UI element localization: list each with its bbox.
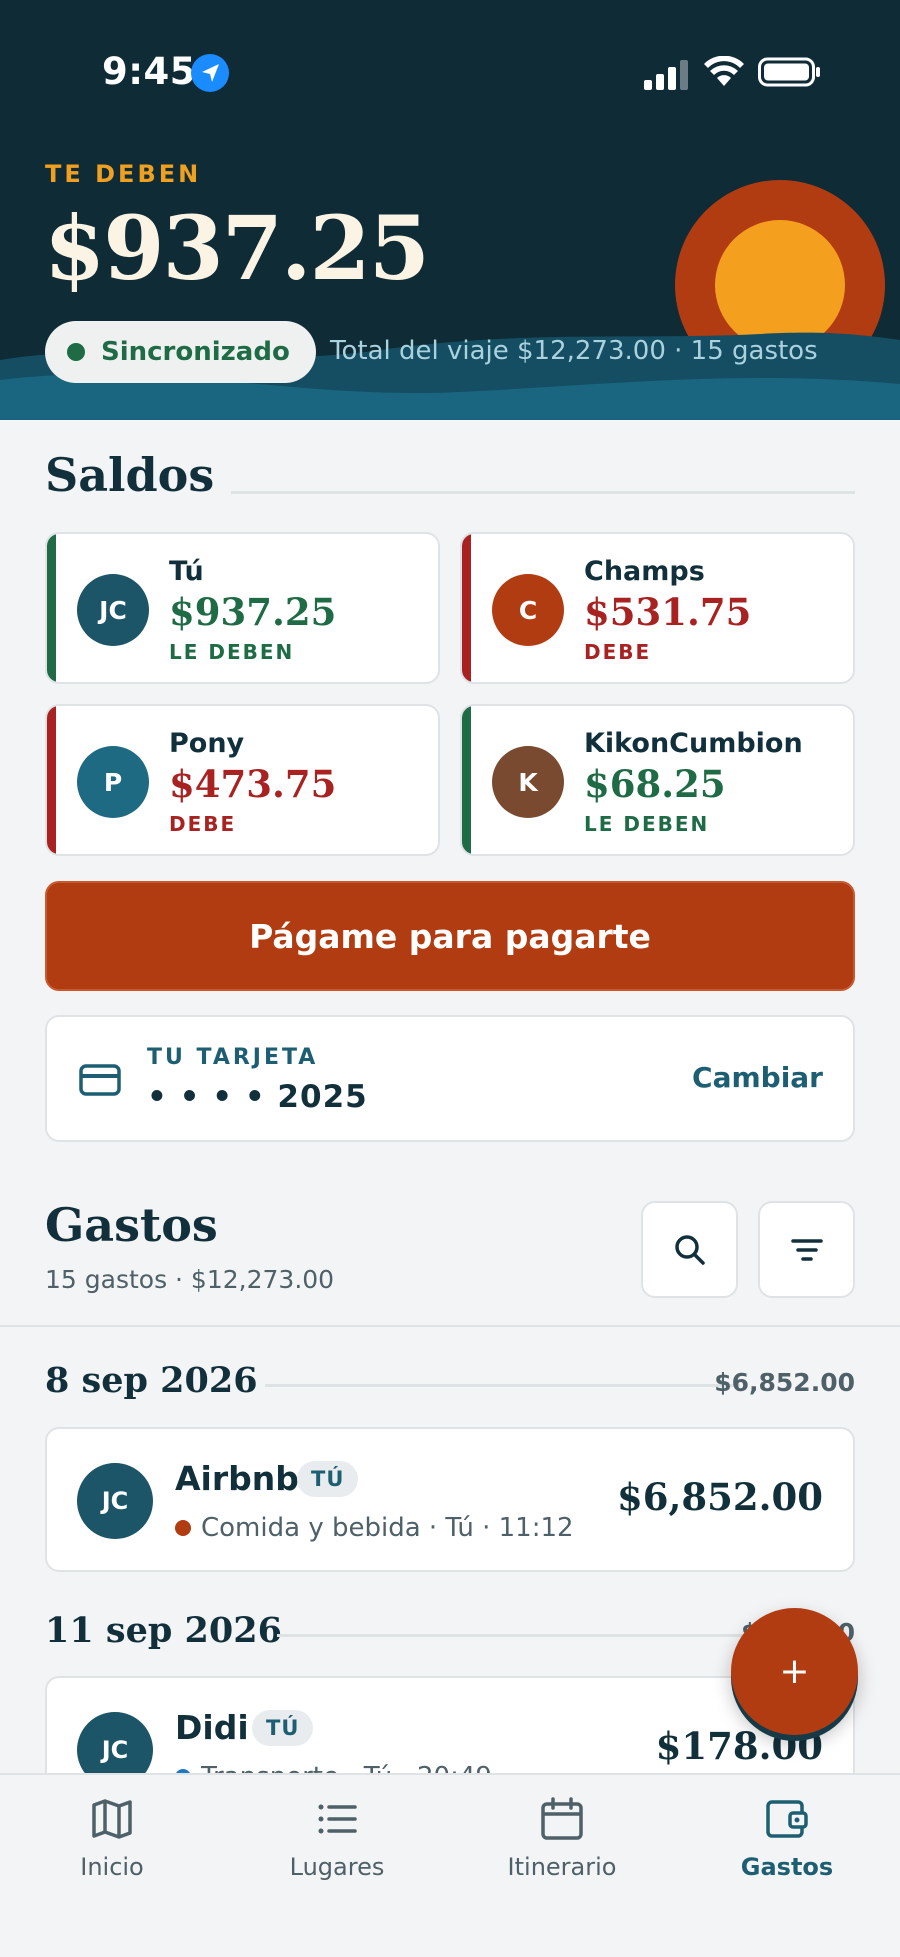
filter-button[interactable] bbox=[758, 1201, 855, 1298]
balance-amount: $68.25 bbox=[584, 762, 726, 806]
expense-title: Didi bbox=[175, 1708, 249, 1747]
expenses-divider bbox=[0, 1325, 900, 1327]
tab-label: Lugares bbox=[289, 1853, 385, 1881]
balance-amount: $937.25 bbox=[169, 590, 337, 634]
sync-status-pill: Sincronizado bbox=[45, 321, 316, 383]
credit-card-icon bbox=[79, 1064, 121, 1096]
balance-name: KikonCumbion bbox=[584, 728, 803, 759]
tab-itinerario[interactable]: Itinerario bbox=[482, 1795, 642, 1895]
search-icon bbox=[674, 1234, 705, 1265]
balance-status: DEBE bbox=[584, 640, 652, 664]
balance-name: Champs bbox=[584, 556, 705, 587]
card-label: TU TARJETA bbox=[147, 1045, 319, 1070]
wallet-icon bbox=[766, 1800, 808, 1838]
expense-meta-text: Comida y bebida · Tú · 11:12 bbox=[201, 1513, 574, 1543]
avatar: JC bbox=[77, 1463, 153, 1539]
location-arrow-icon bbox=[191, 54, 229, 92]
balance-accent bbox=[462, 534, 471, 682]
add-expense-button[interactable]: + bbox=[731, 1608, 858, 1735]
expense-title: Airbnb bbox=[175, 1459, 299, 1498]
pay-me-button[interactable]: Págame para pagarte bbox=[45, 881, 855, 991]
avatar: K bbox=[492, 746, 564, 818]
trip-summary: Total del viaje $12,273.00 · 15 gastos bbox=[330, 336, 818, 366]
tab-label: Itinerario bbox=[507, 1853, 617, 1881]
tab-label: Inicio bbox=[80, 1853, 144, 1881]
avatar: P bbox=[77, 746, 149, 818]
balance-accent bbox=[47, 534, 56, 682]
day-date: 8 sep 2026 bbox=[45, 1360, 258, 1401]
sync-status-text: Sincronizado bbox=[101, 337, 290, 367]
calendar-icon bbox=[541, 1797, 583, 1840]
balance-accent bbox=[462, 706, 471, 854]
sync-status-dot bbox=[67, 343, 85, 361]
balance-status: LE DEBEN bbox=[169, 640, 295, 664]
balance-card-pony[interactable]: P Pony $473.75 DEBE bbox=[45, 704, 440, 856]
day-header: 8 sep 2026 $6,852.00 bbox=[45, 1360, 855, 1410]
battery-icon bbox=[758, 57, 820, 87]
tab-label: Gastos bbox=[740, 1853, 834, 1881]
expense-amount: $6,852.00 bbox=[617, 1475, 823, 1519]
payer-badge: TÚ bbox=[297, 1461, 359, 1497]
bottom-tab-bar: Inicio Lugares Itinerario Gastos bbox=[0, 1773, 900, 1957]
day-rule bbox=[277, 1634, 767, 1637]
avatar: C bbox=[492, 574, 564, 646]
balance-status: DEBE bbox=[169, 812, 237, 836]
category-dot bbox=[175, 1520, 191, 1536]
balance-name: Pony bbox=[169, 728, 245, 759]
expense-meta: Comida y bebida · Tú · 11:12 bbox=[175, 1513, 574, 1543]
header-hero: 9:45 TE DEBEN $937.25 Sincronizado Total… bbox=[0, 0, 900, 420]
balance-amount: $473.75 bbox=[169, 762, 337, 806]
cellular-signal-icon bbox=[644, 60, 688, 90]
day-rule bbox=[265, 1384, 740, 1387]
status-time: 9:45 bbox=[102, 50, 197, 93]
balance-name: Tú bbox=[169, 556, 204, 587]
balances-title: Saldos bbox=[45, 448, 215, 502]
map-icon bbox=[92, 1799, 132, 1839]
tab-inicio[interactable]: Inicio bbox=[32, 1795, 192, 1895]
balance-card-kikoncumbion[interactable]: K KikonCumbion $68.25 LE DEBEN bbox=[460, 704, 855, 856]
balance-card-tu[interactable]: JC Tú $937.25 LE DEBEN bbox=[45, 532, 440, 684]
wifi-icon bbox=[704, 56, 744, 86]
owed-amount: $937.25 bbox=[44, 196, 430, 300]
day-date: 11 sep 2026 bbox=[45, 1610, 282, 1651]
avatar: JC bbox=[77, 574, 149, 646]
list-icon bbox=[318, 1804, 357, 1834]
tab-lugares[interactable]: Lugares bbox=[257, 1795, 417, 1895]
card-number: • • • • 2025 bbox=[147, 1079, 368, 1115]
balance-card-champs[interactable]: C Champs $531.75 DEBE bbox=[460, 532, 855, 684]
expenses-subtitle: 15 gastos · $12,273.00 bbox=[45, 1265, 335, 1294]
search-button[interactable] bbox=[641, 1201, 738, 1298]
tab-gastos[interactable]: Gastos bbox=[707, 1795, 867, 1895]
status-bar: 9:45 bbox=[0, 0, 900, 150]
payer-badge: TÚ bbox=[252, 1710, 314, 1746]
balance-status: LE DEBEN bbox=[584, 812, 710, 836]
change-card-link[interactable]: Cambiar bbox=[692, 1061, 823, 1094]
balance-accent bbox=[47, 706, 56, 854]
expenses-title: Gastos bbox=[45, 1198, 218, 1252]
payment-card-row[interactable]: TU TARJETA • • • • 2025 Cambiar bbox=[45, 1015, 855, 1142]
balances-title-rule bbox=[231, 491, 855, 494]
filter-icon bbox=[790, 1238, 823, 1261]
balance-amount: $531.75 bbox=[584, 590, 752, 634]
owed-label: TE DEBEN bbox=[45, 160, 202, 188]
expense-item[interactable]: JC Airbnb TÚ Comida y bebida · Tú · 11:1… bbox=[45, 1427, 855, 1572]
day-total: $6,852.00 bbox=[714, 1368, 855, 1397]
